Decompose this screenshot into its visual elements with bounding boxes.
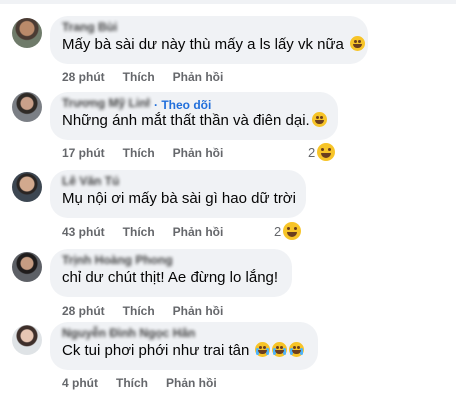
laughing-reaction-icon <box>283 222 302 240</box>
reply-button[interactable]: Phản hồi <box>173 225 224 239</box>
like-button[interactable]: Thích <box>123 304 155 318</box>
reply-button[interactable]: Phản hồi <box>166 376 217 390</box>
laughing-tears-emoji-icon <box>350 36 366 51</box>
comment-bubble: Nguyễn Đình Ngọc Hân Ck tui phơi phới nh… <box>50 322 318 370</box>
comment-text: Ck tui phơi phới như trai tân <box>62 341 306 361</box>
crying-emoji-icon <box>289 342 305 357</box>
like-button[interactable]: Thích <box>123 146 155 160</box>
comment-bubble: Lê Văn Tú Mụ nội ơi mấy bà sài gì hao dữ… <box>50 170 306 218</box>
comment-bubble: Trịnh Hoàng Phong chỉ dư chút thịt! Ae đ… <box>50 249 292 297</box>
comment-bubble: Trương Mỹ Linh · Theo dõi Những ánh mắt t… <box>50 92 338 140</box>
comment-actions: 43 phút Thích Phản hồi <box>62 224 241 240</box>
laughing-tears-emoji-icon <box>311 112 327 127</box>
reaction-count: 2 <box>274 224 282 239</box>
reaction-count: 2 <box>308 145 316 160</box>
comment-author[interactable]: Nguyễn Đình Ngọc Hân <box>62 326 306 341</box>
reaction-summary[interactable]: 2 <box>308 143 336 162</box>
comment-author[interactable]: Lê Văn Tú <box>62 174 122 189</box>
comment-time[interactable]: 4 phút <box>62 376 98 390</box>
reaction-summary[interactable]: 2 <box>274 222 302 241</box>
reply-button[interactable]: Phản hồi <box>173 70 224 84</box>
comment-time[interactable]: 17 phút <box>62 146 105 160</box>
crying-emoji-icon <box>272 342 288 357</box>
comment-time[interactable]: 28 phút <box>62 70 105 84</box>
avatar[interactable] <box>12 18 42 48</box>
like-button[interactable]: Thích <box>123 225 155 239</box>
comment-time[interactable]: 43 phút <box>62 225 105 239</box>
comment-text: chỉ dư chút thịt! Ae đừng lo lắng! <box>62 269 279 286</box>
like-button[interactable]: Thích <box>123 70 155 84</box>
comment-bubble: Trang Bùi Mấy bà sài dư này thù mấy a ls… <box>50 16 368 64</box>
avatar[interactable] <box>12 325 42 355</box>
comment-time[interactable]: 28 phút <box>62 304 105 318</box>
reply-button[interactable]: Phản hồi <box>173 146 224 160</box>
comment-author[interactable]: Trương Mỹ Linh <box>62 96 150 111</box>
comment-actions: 17 phút Thích Phản hồi <box>62 145 241 161</box>
top-divider <box>0 0 456 4</box>
crying-emoji-icon <box>255 342 271 357</box>
comment-text: Những ánh mắt thất thần và điên dại. <box>62 111 327 131</box>
comment-text: Mấy bà sài dư này thù mấy a ls lấy vk nữ… <box>62 35 366 55</box>
like-button[interactable]: Thích <box>116 376 148 390</box>
follow-link[interactable]: · Theo dõi <box>154 98 211 112</box>
comment-actions: 28 phút Thích Phản hồi <box>62 69 241 85</box>
avatar[interactable] <box>12 92 42 122</box>
avatar[interactable] <box>12 172 42 202</box>
comment-text: Mụ nội ơi mấy bà sài gì hao dữ trời <box>62 190 296 207</box>
avatar[interactable] <box>12 252 42 282</box>
comment-author[interactable]: Trang Bùi <box>62 20 356 35</box>
comment-actions: 4 phút Thích Phản hồi <box>62 375 235 391</box>
comment-actions: 28 phút Thích Phản hồi <box>62 303 241 319</box>
reply-button[interactable]: Phản hồi <box>173 304 224 318</box>
comment-author[interactable]: Trịnh Hoàng Phong <box>62 253 280 268</box>
laughing-reaction-icon <box>317 143 336 161</box>
